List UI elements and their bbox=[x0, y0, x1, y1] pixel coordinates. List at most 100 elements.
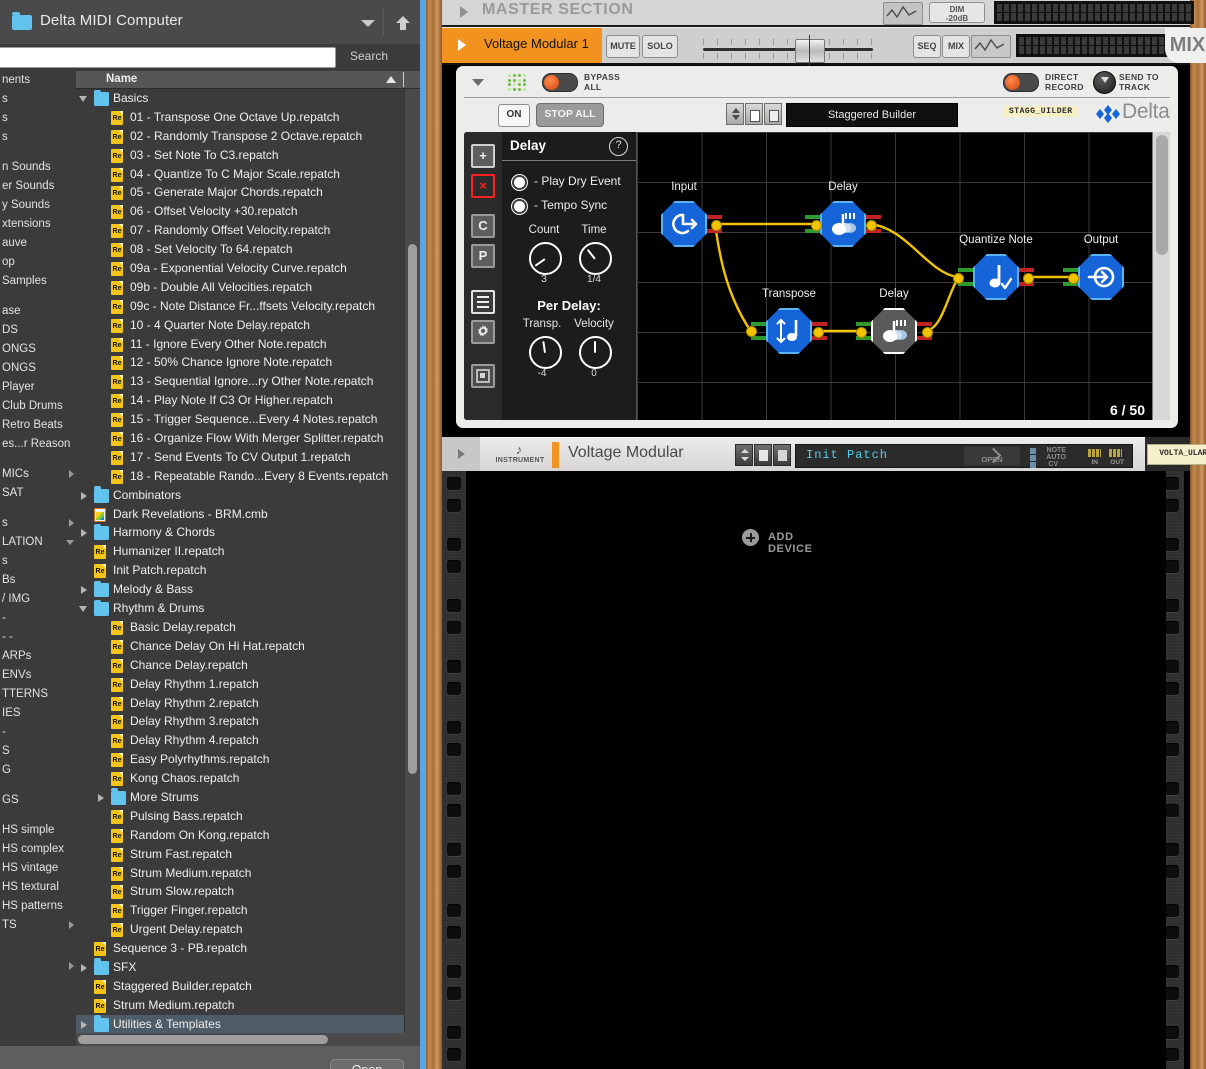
twisty-icon[interactable] bbox=[96, 788, 107, 807]
table-row[interactable]: 04 - Quantize To C Major Scale.repatch bbox=[76, 165, 420, 184]
add-node-button[interactable]: + bbox=[471, 144, 495, 168]
location-item[interactable]: s bbox=[0, 128, 76, 147]
location-item[interactable]: nents bbox=[0, 71, 76, 90]
table-row[interactable]: Delay Rhythm 3.repatch bbox=[76, 712, 420, 731]
node-body[interactable] bbox=[820, 201, 866, 247]
twisty-icon[interactable] bbox=[79, 599, 90, 618]
dim-button[interactable]: DIM -20dB bbox=[929, 2, 985, 23]
mix-button[interactable]: MIX bbox=[942, 35, 970, 58]
table-row[interactable]: Dark Revelations - BRM.cmb bbox=[76, 505, 420, 524]
node-input-port[interactable] bbox=[958, 268, 973, 272]
delete-node-button[interactable]: × bbox=[471, 174, 495, 198]
table-row[interactable]: 11 - Ignore Every Other Note.repatch bbox=[76, 335, 420, 354]
stop-all-button[interactable]: STOP ALL bbox=[536, 103, 604, 127]
patch-browse-button[interactable] bbox=[745, 103, 763, 125]
scrollbar-thumb[interactable] bbox=[1156, 135, 1168, 255]
location-item[interactable]: Samples bbox=[0, 272, 76, 291]
radio-icon[interactable] bbox=[512, 199, 527, 214]
table-row[interactable]: 03 - Set Note To C3.repatch bbox=[76, 146, 420, 165]
location-item[interactable]: - bbox=[0, 723, 76, 742]
mute-button[interactable]: MUTE bbox=[606, 35, 640, 58]
open-plugin-button[interactable]: OPEN bbox=[964, 447, 1020, 465]
device-collapse-area[interactable] bbox=[442, 437, 480, 471]
table-row[interactable]: Urgent Delay.repatch bbox=[76, 920, 420, 939]
location-item[interactable]: ONGS bbox=[0, 340, 76, 359]
location-item[interactable]: HS vintage bbox=[0, 859, 76, 878]
patch-save-button[interactable] bbox=[764, 103, 782, 125]
transpose-knob[interactable] bbox=[529, 336, 562, 369]
cable-connector[interactable] bbox=[813, 327, 824, 338]
table-row[interactable]: Basic Delay.repatch bbox=[76, 618, 420, 637]
file-list-header[interactable]: Name bbox=[76, 71, 420, 89]
location-item[interactable]: SAT bbox=[0, 484, 76, 503]
table-row[interactable]: 07 - Randomly Offset Velocity.repatch bbox=[76, 221, 420, 240]
scrollbar-thumb[interactable] bbox=[78, 1035, 328, 1044]
table-row[interactable]: 08 - Set Velocity To 64.repatch bbox=[76, 240, 420, 259]
canvas-vertical-scrollbar[interactable] bbox=[1152, 132, 1170, 420]
table-row[interactable]: 01 - Transpose One Octave Up.repatch bbox=[76, 108, 420, 127]
location-item[interactable]: s bbox=[0, 514, 76, 533]
location-item[interactable]: er Sounds bbox=[0, 177, 76, 196]
table-row[interactable]: Easy Polyrhythms.repatch bbox=[76, 750, 420, 769]
twisty-icon[interactable] bbox=[79, 580, 90, 599]
twisty-icon[interactable] bbox=[79, 1015, 90, 1034]
seq-button[interactable]: SEQ bbox=[913, 35, 941, 58]
location-item[interactable]: es...r Reason bbox=[0, 435, 76, 454]
node-graph-canvas[interactable]: Input Delay Transpose Delay Quantize Note Out… bbox=[637, 132, 1152, 420]
location-item[interactable]: xtensions bbox=[0, 215, 76, 234]
cable-connector[interactable] bbox=[746, 326, 757, 337]
location-item[interactable] bbox=[0, 957, 76, 976]
expand-triangle-icon[interactable] bbox=[460, 6, 468, 18]
table-row[interactable]: Delay Rhythm 1.repatch bbox=[76, 675, 420, 694]
location-item[interactable]: S bbox=[0, 742, 76, 761]
patch-prev-next-button[interactable] bbox=[726, 103, 744, 125]
patch-browse-button[interactable] bbox=[754, 444, 772, 466]
location-item[interactable]: op bbox=[0, 253, 76, 272]
location-item[interactable]: G bbox=[0, 761, 76, 780]
rack-patch-navigation[interactable] bbox=[735, 444, 793, 466]
location-item[interactable]: y Sounds bbox=[0, 196, 76, 215]
patch-save-button[interactable] bbox=[773, 444, 791, 466]
table-row[interactable]: Chance Delay On Hi Hat.repatch bbox=[76, 637, 420, 656]
collapse-triangle-icon[interactable] bbox=[472, 79, 484, 86]
expand-triangle-icon[interactable] bbox=[458, 39, 466, 51]
patch-navigation[interactable] bbox=[726, 103, 784, 125]
twisty-icon[interactable] bbox=[79, 89, 90, 108]
node-body[interactable] bbox=[871, 308, 917, 354]
count-knob[interactable] bbox=[529, 242, 562, 275]
file-list-vertical-scrollbar[interactable] bbox=[404, 89, 420, 1046]
table-row[interactable]: Sequence 3 - PB.repatch bbox=[76, 939, 420, 958]
table-row[interactable]: Trigger Finger.repatch bbox=[76, 901, 420, 920]
location-item[interactable]: HS complex bbox=[0, 840, 76, 859]
waveform-display-icon[interactable] bbox=[971, 35, 1011, 58]
graph-node-transpose[interactable]: Transpose bbox=[751, 288, 827, 354]
table-row[interactable]: Rhythm & Drums bbox=[76, 599, 420, 618]
table-row[interactable]: 09a - Exponential Velocity Curve.repatch bbox=[76, 259, 420, 278]
location-item[interactable]: s bbox=[0, 90, 76, 109]
node-output-port[interactable] bbox=[707, 215, 722, 219]
table-row[interactable]: 18 - Repeatable Rando...Every 8 Events.r… bbox=[76, 467, 420, 486]
location-item[interactable]: LATION bbox=[0, 533, 76, 552]
rack-patch-display[interactable]: Init Patch OPEN NOTE AUTO CV IN OUT bbox=[795, 444, 1133, 468]
chevron-down-icon[interactable] bbox=[361, 20, 375, 27]
location-item[interactable]: GS bbox=[0, 791, 76, 810]
table-row[interactable]: Random On Kong.repatch bbox=[76, 826, 420, 845]
on-button[interactable]: ON bbox=[498, 104, 530, 127]
location-item[interactable]: s bbox=[0, 552, 76, 571]
open-button[interactable]: Open bbox=[330, 1059, 404, 1069]
table-row[interactable]: Pulsing Bass.repatch bbox=[76, 807, 420, 826]
table-row[interactable]: Combinators bbox=[76, 486, 420, 505]
graph-node-delay[interactable]: Delay bbox=[805, 181, 881, 247]
table-row[interactable]: 17 - Send Events To CV Output 1.repatch bbox=[76, 448, 420, 467]
table-row[interactable]: Delay Rhythm 4.repatch bbox=[76, 731, 420, 750]
table-row[interactable]: 16 - Organize Flow With Merger Splitter.… bbox=[76, 429, 420, 448]
location-item[interactable]: Retro Beats bbox=[0, 416, 76, 435]
direct-record-toggle[interactable] bbox=[1003, 73, 1039, 92]
table-row[interactable]: 02 - Randomly Transpose 2 Octave.repatch bbox=[76, 127, 420, 146]
patch-prev-next-button[interactable] bbox=[735, 444, 753, 466]
location-item[interactable]: Player bbox=[0, 378, 76, 397]
cable-connector[interactable] bbox=[811, 220, 822, 231]
expand-triangle-icon[interactable] bbox=[458, 449, 465, 459]
twisty-icon[interactable] bbox=[69, 470, 74, 478]
select-region-icon[interactable] bbox=[471, 364, 495, 388]
